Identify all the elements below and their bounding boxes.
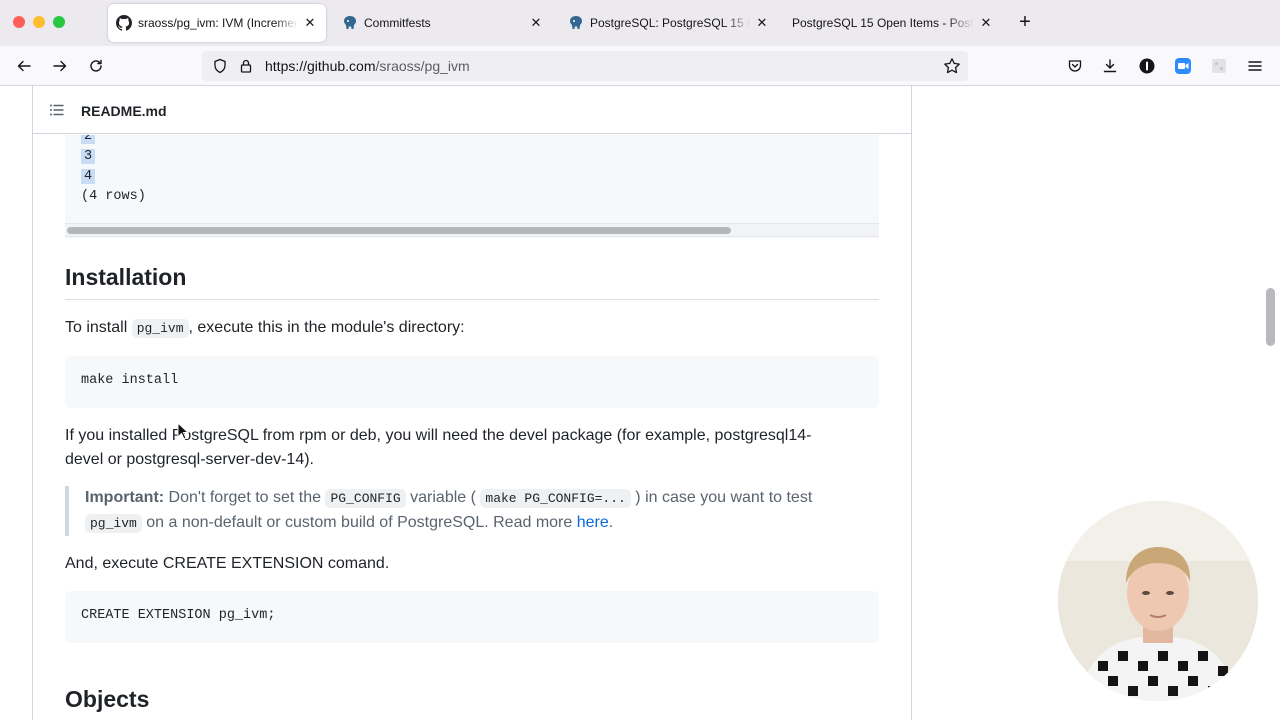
installation-heading: Installation — [65, 264, 187, 290]
inline-code: PG_CONFIG — [325, 489, 406, 508]
url-host: https://github.com — [265, 58, 376, 74]
inline-code: pg_ivm — [131, 319, 189, 338]
postgres-elephant-icon — [342, 15, 358, 31]
heading-divider — [65, 299, 879, 300]
webcam-presenter-overlay — [1058, 501, 1258, 701]
presenter-avatar-icon — [1058, 501, 1258, 701]
zoom-extension-icon[interactable] — [1171, 54, 1195, 78]
tab-commitfests[interactable]: Commitfests ✕ — [334, 4, 552, 42]
new-tab-button[interactable]: + — [1014, 12, 1036, 34]
bookmark-star-icon[interactable] — [942, 56, 962, 76]
tracking-protection-shield-icon[interactable] — [210, 56, 230, 76]
forward-arrow-icon[interactable] — [48, 54, 72, 78]
read-more-link[interactable]: here — [577, 514, 609, 531]
code-line: 2 — [81, 135, 96, 144]
code-line: make install — [81, 373, 179, 388]
inline-code: pg_ivm — [85, 514, 142, 533]
make-install-code-block: make install — [65, 356, 879, 408]
reload-icon[interactable] — [84, 54, 108, 78]
url-path: /sraoss/pg_ivm — [375, 58, 470, 74]
code-line: (4 rows) — [81, 189, 146, 204]
tab-postgresql-15-beta[interactable]: PostgreSQL: PostgreSQL 15 Beta ✕ — [560, 4, 778, 42]
github-icon — [116, 15, 132, 31]
code-line: 3 — [81, 149, 96, 164]
text: . — [608, 514, 614, 531]
text: ) in case you want to test — [630, 489, 813, 506]
code-text: 3 — [81, 149, 96, 164]
extension-icon[interactable] — [1207, 54, 1231, 78]
readme-header: README.md — [33, 86, 911, 134]
close-tab-icon[interactable]: ✕ — [978, 15, 994, 31]
create-extension-code-block: CREATE EXTENSION pg_ivm; — [65, 591, 879, 643]
code-line: CREATE EXTENSION pg_ivm; — [81, 608, 276, 623]
lock-icon[interactable] — [236, 56, 256, 76]
horizontal-scrollbar[interactable] — [65, 223, 879, 237]
text: variable ( — [405, 489, 481, 506]
postgres-elephant-icon — [568, 15, 584, 31]
url-text[interactable]: https://github.com/sraoss/pg_ivm — [265, 58, 470, 74]
create-extension-paragraph: And, execute CREATE EXTENSION comand. — [65, 555, 390, 572]
text: , execute this in the module's directory… — [188, 319, 465, 336]
important-label: Important: — [85, 489, 165, 506]
inline-code: make PG_CONFIG=... — [480, 489, 631, 508]
browser-tab-bar: sraoss/pg_ivm: IVM (Incremental View Mai… — [0, 0, 1280, 46]
text-line: devel or postgresql-server-dev-14). — [65, 451, 314, 468]
tab-pg-ivm[interactable]: sraoss/pg_ivm: IVM (Incremental View Mai… — [108, 4, 326, 42]
tab-postgresql-15-open-items[interactable]: PostgreSQL 15 Open Items - PostgreSQL wi… — [784, 4, 1002, 42]
page-content: README.md 2 3 4 (4 rows) Installation To… — [0, 86, 1280, 720]
text: To install — [65, 319, 132, 336]
hamburger-menu-icon[interactable] — [1243, 54, 1267, 78]
browser-nav-bar: https://github.com/sraoss/pg_ivm — [0, 46, 1280, 86]
readme-filename: README.md — [81, 103, 167, 119]
code-line: 4 — [81, 169, 96, 184]
install-intro-paragraph: To install pg_ivm, execute this in the m… — [65, 316, 879, 341]
close-tab-icon[interactable]: ✕ — [302, 15, 318, 31]
address-bar[interactable]: https://github.com/sraoss/pg_ivm — [202, 51, 968, 81]
back-arrow-icon[interactable] — [12, 54, 36, 78]
close-tab-icon[interactable]: ✕ — [528, 15, 544, 31]
pocket-icon[interactable] — [1063, 54, 1087, 78]
downloads-icon[interactable] — [1098, 54, 1122, 78]
mouse-cursor-icon — [177, 422, 189, 440]
window-close-button[interactable] — [13, 16, 25, 28]
window-minimize-button[interactable] — [33, 16, 45, 28]
window-zoom-button[interactable] — [53, 16, 65, 28]
tab-title: sraoss/pg_ivm: IVM (Incremental View Mai… — [138, 16, 298, 30]
password-manager-extension-icon[interactable] — [1135, 54, 1159, 78]
text: on a non-default or custom build of Post… — [141, 514, 577, 531]
close-tab-icon[interactable]: ✕ — [754, 15, 770, 31]
tab-title: PostgreSQL 15 Open Items - PostgreSQL wi… — [792, 16, 974, 30]
vertical-scrollbar-thumb[interactable] — [1266, 288, 1275, 346]
scrollbar-thumb[interactable] — [67, 227, 731, 234]
important-note-blockquote: Important: Don't forget to set the PG_CO… — [65, 486, 879, 536]
text: Don't forget to set the — [164, 489, 326, 506]
table-of-contents-icon[interactable] — [49, 102, 65, 118]
objects-heading: Objects — [65, 686, 150, 712]
code-text: 2 — [81, 135, 96, 144]
tab-title: PostgreSQL: PostgreSQL 15 Beta — [590, 16, 750, 30]
code-text: 4 — [81, 169, 96, 184]
tab-title: Commitfests — [364, 16, 431, 30]
